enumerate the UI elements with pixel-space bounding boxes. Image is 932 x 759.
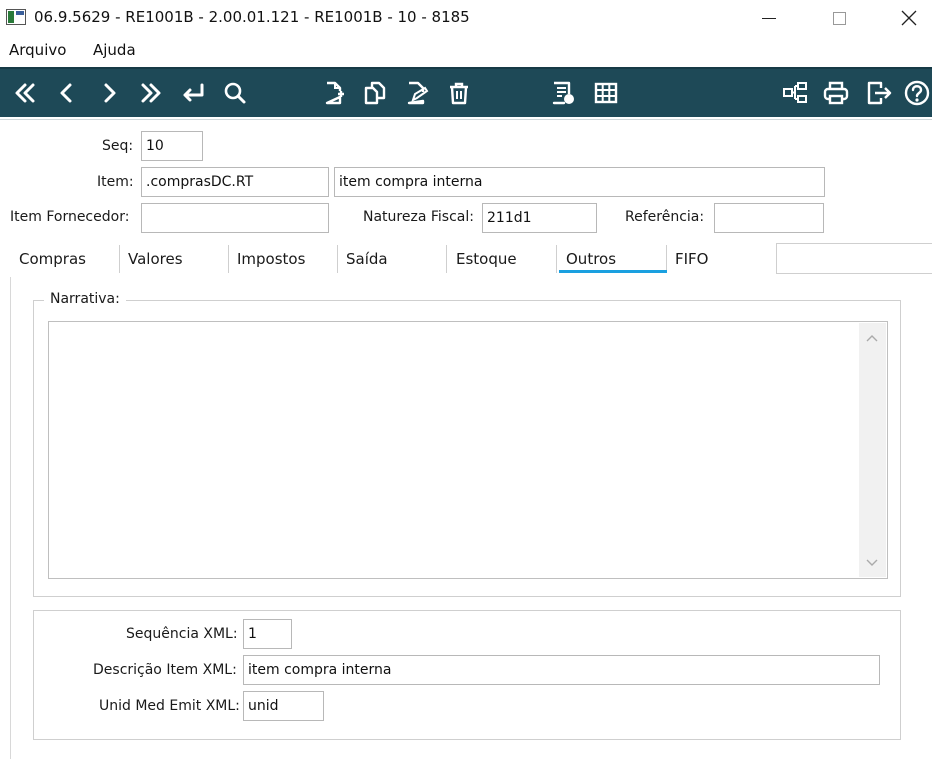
unid-med-emit-xml-label: Unid Med Emit XML:	[99, 698, 240, 714]
narrativa-label: Narrativa:	[44, 291, 126, 307]
next-icon	[104, 83, 116, 103]
last-icon	[141, 83, 161, 103]
minimize-icon	[762, 17, 776, 19]
close-button[interactable]	[886, 0, 932, 36]
tab-separator	[228, 245, 229, 273]
seq-field[interactable]: 10	[141, 131, 203, 161]
tab-valores[interactable]: Valores	[128, 250, 183, 268]
narrativa-textarea[interactable]	[48, 321, 888, 579]
delete-icon	[450, 82, 468, 105]
first-icon	[15, 83, 35, 103]
new-button[interactable]	[316, 75, 350, 111]
tab-saida[interactable]: Saída	[346, 250, 388, 268]
sequencia-xml-label: Sequência XML:	[126, 626, 238, 642]
scroll-down-button[interactable]	[862, 553, 882, 573]
exit-icon	[867, 81, 892, 105]
narrativa-scrollbar[interactable]	[859, 323, 886, 577]
help-icon	[904, 80, 930, 106]
menu-arquivo[interactable]: Arquivo	[9, 41, 66, 59]
first-record-button[interactable]	[8, 75, 42, 111]
seq-label: Seq:	[102, 138, 134, 154]
referencia-field[interactable]	[714, 203, 824, 233]
tab-separator	[666, 245, 667, 273]
tab-separator	[556, 245, 557, 273]
chevron-down-icon	[866, 559, 878, 566]
menu-bar: Arquivo Ajuda	[0, 38, 932, 64]
goto-button[interactable]	[176, 75, 210, 111]
active-tab-indicator	[559, 270, 667, 273]
grid-button[interactable]	[589, 75, 623, 111]
search-icon	[224, 82, 246, 104]
chevron-up-icon	[866, 335, 878, 342]
hierarchy-button[interactable]	[778, 75, 812, 111]
minimize-button[interactable]	[746, 0, 792, 36]
natureza-fiscal-field[interactable]: 211d1	[482, 203, 597, 233]
copy-button[interactable]	[358, 75, 392, 111]
item-label: Item:	[97, 174, 134, 190]
edit-icon	[407, 81, 429, 105]
list-button[interactable]	[546, 75, 580, 111]
list-icon	[552, 81, 574, 105]
search-button[interactable]	[218, 75, 252, 111]
referencia-label: Referência:	[625, 209, 705, 225]
tab-bar-filler	[776, 243, 932, 274]
descricao-item-xml-label: Descrição Item XML:	[93, 662, 237, 678]
previous-icon	[60, 83, 72, 103]
sequencia-xml-field[interactable]: 1	[243, 619, 292, 649]
unid-med-emit-xml-field[interactable]: unid	[243, 691, 324, 721]
scroll-up-button[interactable]	[862, 328, 882, 348]
tab-estoque[interactable]: Estoque	[456, 250, 517, 268]
copy-icon	[364, 81, 386, 105]
tab-compras[interactable]: Compras	[19, 250, 86, 268]
menu-ajuda[interactable]: Ajuda	[93, 41, 136, 59]
item-code-field[interactable]: .comprasDC.RT	[141, 167, 329, 197]
descricao-item-xml-field[interactable]: item compra interna	[243, 655, 880, 685]
print-icon	[823, 81, 849, 105]
maximize-button[interactable]	[816, 0, 862, 36]
print-button[interactable]	[819, 75, 853, 111]
title-bar: 06.9.5629 - RE1001B - 2.00.01.121 - RE10…	[0, 0, 932, 36]
goto-icon	[183, 83, 204, 102]
item-fornecedor-label: Item Fornecedor:	[10, 209, 130, 225]
item-description-field[interactable]: item compra interna	[334, 167, 825, 197]
tab-separator	[337, 245, 338, 273]
new-document-icon	[325, 81, 344, 105]
window-title: 06.9.5629 - RE1001B - 2.00.01.121 - RE10…	[34, 8, 470, 26]
previous-record-button[interactable]	[50, 75, 84, 111]
tab-separator	[446, 245, 447, 273]
app-icon	[6, 9, 26, 25]
tab-outros[interactable]: Outros	[566, 250, 616, 268]
last-record-button[interactable]	[134, 75, 168, 111]
delete-button[interactable]	[442, 75, 476, 111]
item-fornecedor-field[interactable]	[141, 203, 329, 233]
maximize-icon	[832, 11, 846, 25]
natureza-fiscal-label: Natureza Fiscal:	[363, 209, 474, 225]
edit-button[interactable]	[400, 75, 434, 111]
exit-button[interactable]	[862, 75, 896, 111]
tab-fifo[interactable]: FIFO	[675, 250, 709, 268]
hierarchy-icon	[783, 82, 807, 103]
tab-impostos[interactable]: Impostos	[237, 250, 305, 268]
grid-icon	[594, 82, 618, 104]
next-record-button[interactable]	[92, 75, 126, 111]
tab-separator	[119, 245, 120, 273]
close-icon	[901, 10, 917, 26]
help-button[interactable]	[900, 75, 932, 111]
toolbar	[0, 67, 932, 117]
